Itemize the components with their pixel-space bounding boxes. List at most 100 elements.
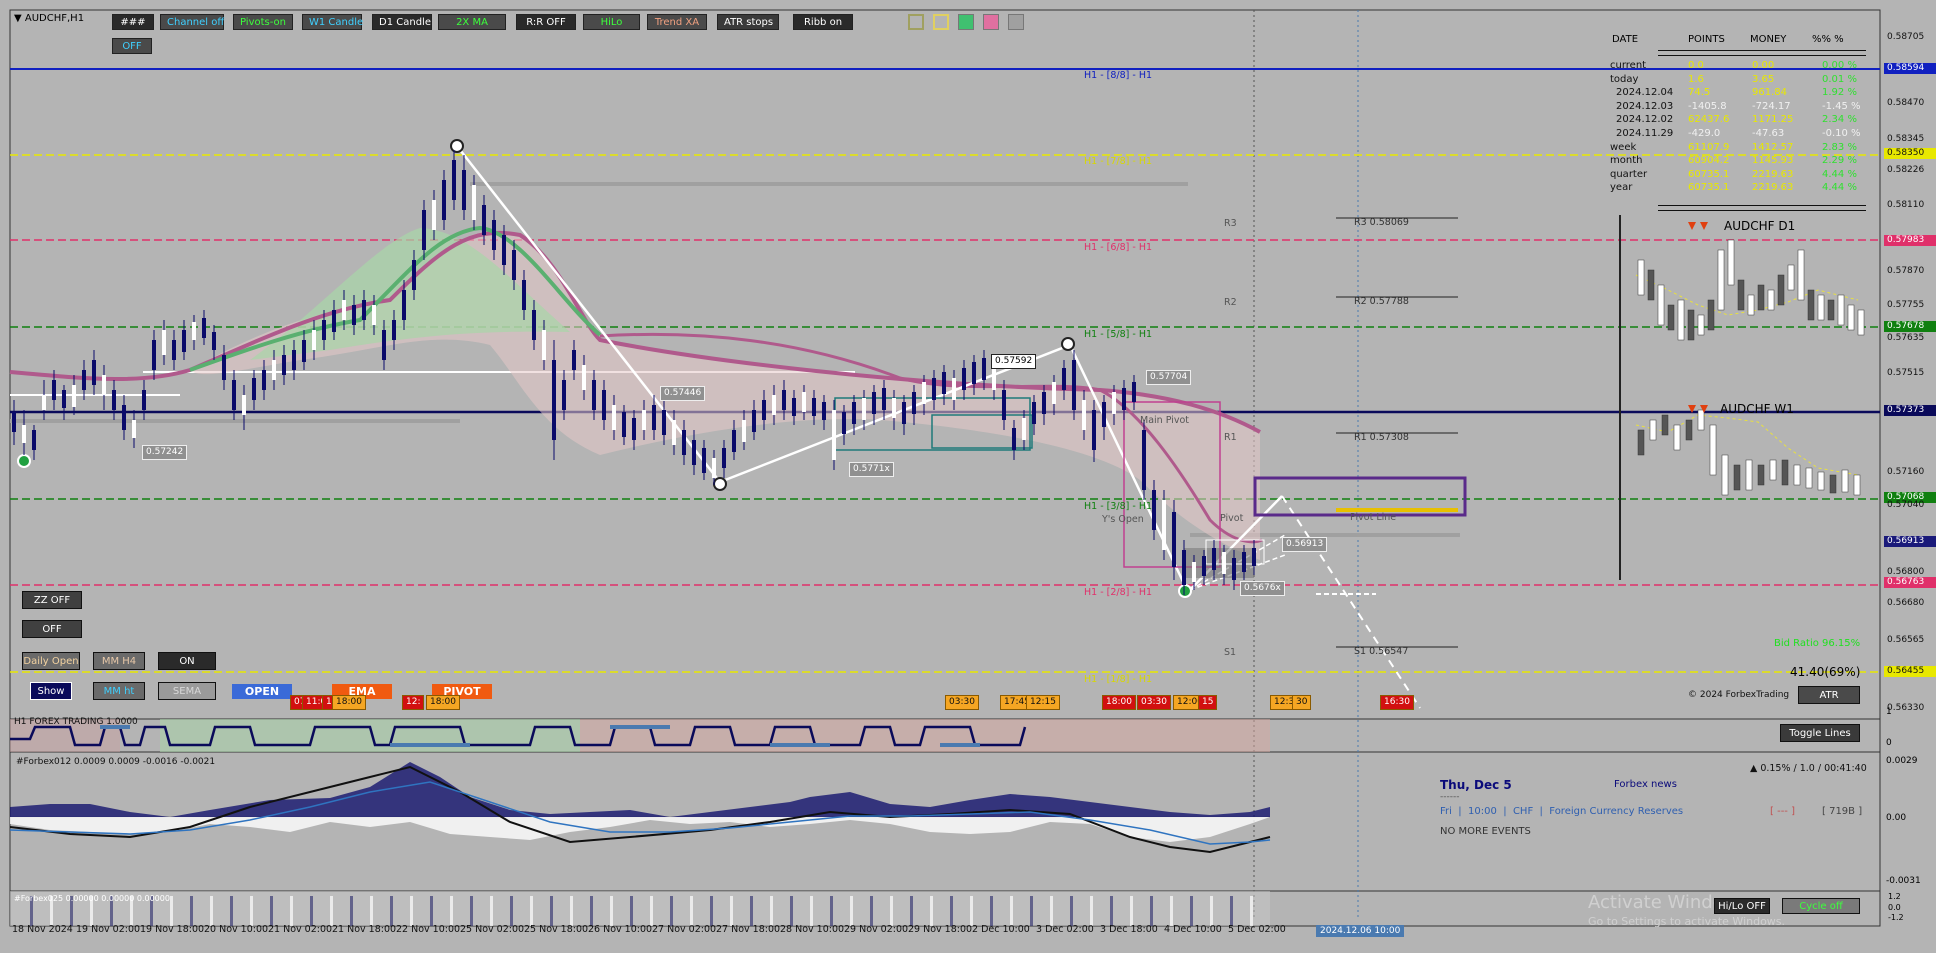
color-swatch-1[interactable] — [933, 14, 949, 30]
stats-header: POINTS — [1688, 34, 1725, 45]
session-time-tag: 12:15 — [1026, 695, 1060, 710]
toolbar-button-3[interactable]: W1 Candle — [302, 14, 363, 30]
sub3-axis-top: 1.2 — [1888, 892, 1901, 901]
stats-cell: 2.29 % — [1822, 155, 1857, 167]
sub1-axis-top: 1 — [1886, 707, 1892, 717]
symbol-label: AUDCHF,H1 — [24, 13, 85, 24]
time-axis-label: 27 Nov 18:00 — [716, 924, 781, 935]
time-axis-label: 29 Nov 18:00 — [908, 924, 973, 935]
stats-cell: 4.44 % — [1822, 182, 1857, 194]
r3-pivot-label: R3 0.58069 — [1354, 217, 1409, 228]
news-event-name: Foreign Currency Reserves — [1549, 806, 1684, 817]
mm-h4-button[interactable]: MM H4 — [93, 652, 145, 670]
stats-cell: 2024.12.03 — [1616, 100, 1674, 112]
toolbar-button-10[interactable]: Ribb on — [793, 14, 853, 30]
price-axis-label: 0.57635 — [1887, 333, 1925, 343]
toolbar-button-5[interactable]: 2X MA — [438, 14, 506, 30]
stats-cell: 1412.57 — [1752, 141, 1794, 153]
sema-button[interactable]: SEMA — [158, 682, 216, 700]
price-axis-label: 0.57160 — [1887, 467, 1925, 477]
price-axis-label: 0.57040 — [1887, 500, 1925, 510]
sub1-axis-bottom: 0 — [1886, 738, 1892, 748]
stats-cell: 2024.11.29 — [1616, 128, 1674, 139]
color-swatch-2[interactable] — [958, 14, 974, 30]
atr-button[interactable]: ATR — [1798, 686, 1860, 704]
price-axis-label: 0.58110 — [1887, 200, 1925, 210]
sub3-label: #Forbex025 0.00000 0.00000 0.00000 — [14, 894, 170, 903]
toolbar-button-9[interactable]: ATR stops — [717, 14, 779, 30]
time-axis-label: 26 Nov 10:00 — [588, 924, 653, 935]
price-axis-label: 0.57678 — [1884, 321, 1936, 332]
mm-ht-button[interactable]: MM ht — [93, 682, 145, 700]
forex-trading-indicator — [10, 719, 1270, 752]
r3-tag: R3 — [1224, 218, 1237, 229]
ys-open-label: Y's Open — [1102, 514, 1144, 525]
time-axis-label: 21 Nov 18:00 — [332, 924, 397, 935]
s1-tag: S1 — [1224, 647, 1237, 658]
stats-cell: 1145.93 — [1752, 155, 1794, 167]
toolbar-button-6[interactable]: R:R OFF — [516, 14, 576, 30]
murrey-8-8-label: H1 - [8/8] - H1 — [1084, 70, 1153, 81]
dropdown-arrow-icon[interactable]: ▼ — [14, 13, 22, 24]
news-separator: ------ — [1440, 792, 1460, 802]
d1-chart-label: AUDCHF D1 — [1724, 219, 1796, 233]
news-event-prev: [ 719B ] — [1822, 806, 1863, 817]
time-axis-label: 25 Nov 02:00 — [460, 924, 525, 935]
time-axis-highlight: 2024.12.06 10:00 — [1316, 925, 1405, 937]
news-event-row[interactable]: Fri | 10:00 | CHF | Foreign Currency Res… — [1440, 806, 1683, 817]
toolbar-button-7[interactable]: HiLo — [583, 14, 640, 30]
hilo-off-button[interactable]: Hi/Lo OFF — [1714, 898, 1770, 914]
price-tag-57242: 0.57242 — [142, 445, 188, 460]
price-axis-label: 0.58594 — [1884, 63, 1936, 74]
sub2-axis-top: 0.0029 — [1886, 756, 1918, 766]
news-stats: ▲ 0.15% / 1.0 / 00:41:40 — [1750, 763, 1867, 774]
mini-charts — [1619, 215, 1865, 580]
stats-cell: 3.65 — [1752, 73, 1775, 85]
show-button[interactable]: Show — [30, 682, 72, 700]
stats-cell: month — [1610, 155, 1643, 167]
murrey-1-8-label: H1 - [1/8] - H1 — [1084, 674, 1153, 685]
stats-cell: 0.01 % — [1822, 73, 1857, 85]
time-axis-label: 3 Dec 18:00 — [1100, 924, 1158, 935]
price-axis-label: 0.56330 — [1887, 703, 1925, 713]
w1-chart-label: AUDCHF W1 — [1720, 402, 1794, 416]
bid-ratio: Bid Ratio 96.15% — [1774, 638, 1861, 649]
cycle-off-button[interactable]: Cycle off — [1782, 898, 1860, 914]
toggle-lines-button[interactable]: Toggle Lines — [1780, 724, 1860, 742]
time-axis-label: 29 Nov 02:00 — [844, 924, 909, 935]
toolbar-button-4[interactable]: D1 Candle — [372, 14, 432, 30]
stats-cell: 2219.63 — [1752, 168, 1794, 180]
price-axis-label: 0.57515 — [1887, 368, 1925, 378]
news-date: Thu, Dec 5 — [1440, 778, 1512, 792]
zz-off-button[interactable]: ZZ OFF — [22, 591, 82, 609]
toolbar-button-1[interactable]: Channel off — [160, 14, 224, 30]
price-axis-label: 0.58470 — [1887, 98, 1925, 108]
daily-open-button[interactable]: Daily Open — [22, 652, 80, 670]
session-time-tag: 15 — [1198, 695, 1218, 710]
on-button[interactable]: ON — [158, 652, 216, 670]
stats-cell: 0.00 — [1752, 60, 1775, 71]
stats-cell: 62437.6 — [1688, 114, 1730, 126]
session-time-tag: 12: — [402, 695, 425, 710]
session-time-tag: 16:30 — [1380, 695, 1414, 710]
toolbar-off-button[interactable]: OFF — [112, 38, 152, 54]
stats-cell: year — [1610, 182, 1633, 194]
sub2-axis-bottom: -0.0031 — [1886, 876, 1921, 886]
price-tag-57704: 0.57704 — [1146, 370, 1192, 385]
time-axis-label: 19 Nov 18:00 — [140, 924, 205, 935]
time-axis-label: 21 Nov 02:00 — [268, 924, 333, 935]
toolbar-button-8[interactable]: Trend XA — [647, 14, 707, 30]
color-swatch-0[interactable] — [908, 14, 924, 30]
sub1-label: H1 FOREX TRADING 1.0000 — [14, 717, 138, 727]
stats-cell: 1.6 — [1688, 73, 1704, 85]
main-pivot-label: Main Pivot — [1140, 415, 1190, 426]
color-swatch-4[interactable] — [1008, 14, 1024, 30]
stats-cell: -0.10 % — [1822, 128, 1861, 139]
toolbar-button-0[interactable]: ### — [112, 14, 154, 30]
stats-cell: 1.92 % — [1822, 87, 1857, 99]
off-button[interactable]: OFF — [22, 620, 82, 638]
session-time-tag: 03:30 — [1137, 695, 1171, 710]
toolbar-button-2[interactable]: Pivots-on — [233, 14, 293, 30]
color-swatch-3[interactable] — [983, 14, 999, 30]
price-axis-label: 0.58226 — [1887, 165, 1925, 175]
